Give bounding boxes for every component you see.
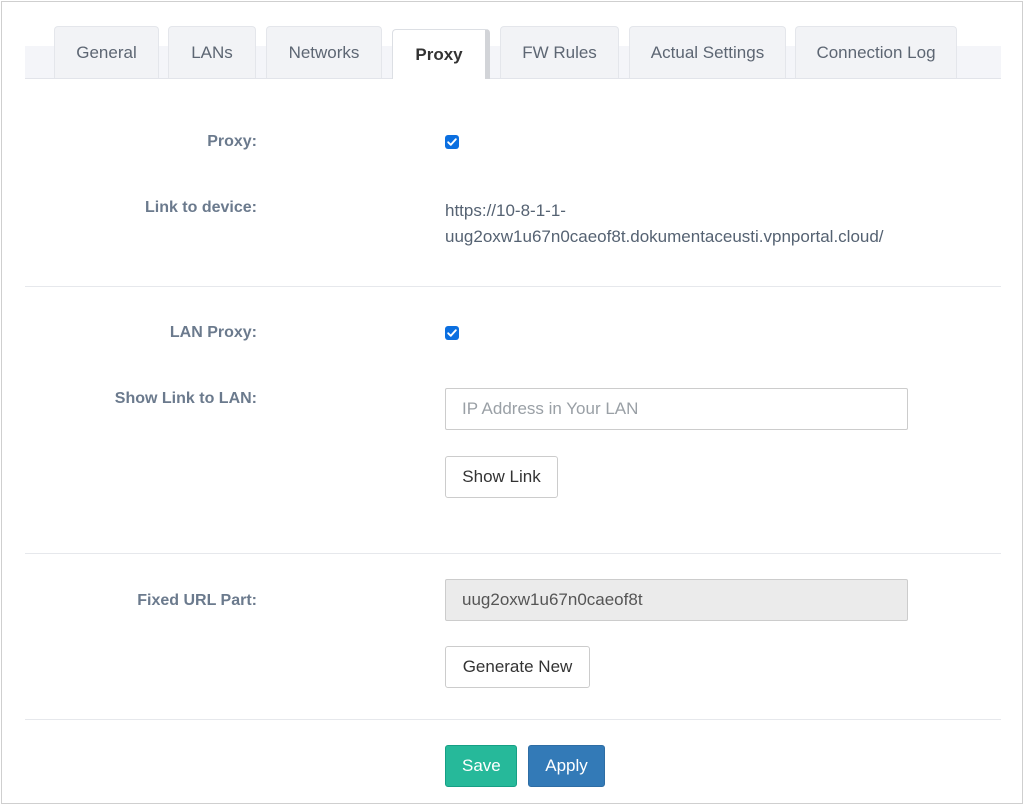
lan-proxy-checkbox[interactable] [445,326,459,340]
tab-proxy[interactable]: Proxy [392,29,490,79]
proxy-label: Proxy: [207,133,257,150]
fixed-url-field [445,579,908,621]
tab-fw-rules[interactable]: FW Rules [500,26,619,78]
show-link-to-lan-label: Show Link to LAN: [114,390,257,407]
divider [25,286,1001,287]
generate-new-button[interactable]: Generate New [445,646,590,688]
save-button[interactable]: Save [445,745,517,787]
tab-general[interactable]: General [54,26,159,78]
checkmark-icon [447,138,457,146]
device-link-line-1: https://10-8-1-1- [445,201,566,220]
device-link[interactable]: https://10-8-1-1- uug2oxw1u67n0caeof8t.d… [445,198,945,250]
lan-ip-input[interactable] [445,388,908,430]
divider [25,719,1001,720]
lan-proxy-label: LAN Proxy: [169,324,257,341]
device-link-line-2: uug2oxw1u67n0caeof8t.dokumentaceusti.vpn… [445,227,884,246]
tab-lans[interactable]: LANs [168,26,256,78]
link-to-device-label: Link to device: [144,199,257,216]
tab-connection-log[interactable]: Connection Log [795,26,957,78]
show-link-button[interactable]: Show Link [445,456,558,498]
apply-button[interactable]: Apply [528,745,605,787]
tab-actual-settings[interactable]: Actual Settings [629,26,786,78]
proxy-checkbox[interactable] [445,135,459,149]
fixed-url-label: Fixed URL Part: [137,592,257,609]
divider [25,553,1001,554]
checkmark-icon [447,329,457,337]
tab-networks[interactable]: Networks [266,26,382,78]
